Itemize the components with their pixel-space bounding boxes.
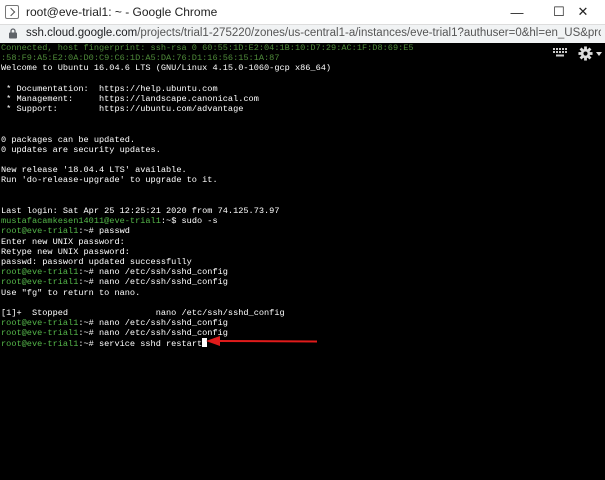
terminal-text: :~# service sshd restart (78, 339, 203, 350)
terminal-text: Connected, host fingerprint: ssh-rsa 0 6… (1, 43, 414, 53)
terminal-text: :58:F9:A5:E2:0A:D0:C9:C6:1D:A5:DA:76:D1:… (1, 53, 280, 64)
terminal-text: 0 packages can be updated. (1, 134, 136, 145)
terminal-line: Retype new UNIX password: (1, 247, 414, 257)
terminal-text: :~# passwd (78, 226, 130, 237)
gear-icon[interactable] (578, 46, 593, 61)
terminal-text: * Management: https://landscape.canonica… (1, 93, 259, 104)
close-button[interactable]: ✕ (561, 0, 605, 24)
terminal-text: :~$ sudo -s (160, 216, 218, 227)
prompt-user-host: root@eve-trial1 (1, 328, 79, 339)
terminal-text: 0 updates are security updates. (1, 144, 161, 155)
terminal-text: Use "fg" to return to nano. (1, 287, 141, 298)
terminal[interactable]: Connected, host fingerprint: ssh-rsa 0 6… (0, 43, 605, 480)
terminal-line: Use "fg" to return to nano. (1, 288, 414, 298)
prompt-user-host: mustafacamkesen14011@eve-trial1 (1, 216, 161, 227)
terminal-line: root@eve-trial1:~# nano /etc/ssh/sshd_co… (1, 318, 414, 328)
terminal-text: passwd: password updated successfully (1, 256, 192, 267)
address-bar[interactable]: ssh.cloud.google.com/projects/trial1-275… (0, 24, 605, 44)
prompt-user-host: root@eve-trial1 (1, 226, 79, 237)
terminal-text: :~# nano /etc/ssh/sshd_config (78, 318, 228, 329)
terminal-text: Run 'do-release-upgrade' to upgrade to i… (1, 175, 218, 186)
terminal-line: Last login: Sat Apr 25 12:25:21 2020 fro… (1, 206, 414, 216)
terminal-line: mustafacamkesen14011@eve-trial1:~$ sudo … (1, 216, 414, 226)
terminal-line: Enter new UNIX password: (1, 237, 414, 247)
prompt-user-host: root@eve-trial1 (1, 318, 79, 329)
terminal-line: Connected, host fingerprint: ssh-rsa 0 6… (1, 43, 414, 53)
terminal-line: :58:F9:A5:E2:0A:D0:C9:C6:1D:A5:DA:76:D1:… (1, 53, 414, 63)
terminal-line: 0 updates are security updates. (1, 145, 414, 155)
url-host: ssh.cloud.google.com (26, 27, 138, 39)
terminal-text: New release '18.04.4 LTS' available. (1, 165, 187, 176)
prompt-user-host: root@eve-trial1 (1, 339, 79, 350)
terminal-text: Last login: Sat Apr 25 12:25:21 2020 fro… (1, 206, 280, 216)
terminal-text: * Documentation: https://help.ubuntu.com (1, 83, 218, 94)
terminal-line: Run 'do-release-upgrade' to upgrade to i… (1, 175, 414, 185)
url-path: /projects/trial1-275220/zones/us-central… (137, 27, 601, 39)
minimize-button[interactable]: — (495, 0, 539, 24)
terminal-line: root@eve-trial1:~# passwd (1, 226, 414, 236)
terminal-text: * Support: https://ubuntu.com/advantage (1, 104, 244, 115)
terminal-text: [1]+ Stopped nano /etc/ssh/sshd_config (1, 307, 285, 318)
terminal-line: [1]+ Stopped nano /etc/ssh/sshd_config (1, 308, 414, 318)
prompt-user-host: root@eve-trial1 (1, 277, 79, 288)
terminal-line: * Support: https://ubuntu.com/advantage (1, 104, 414, 114)
lock-icon (9, 28, 17, 39)
terminal-text: Enter new UNIX password: (1, 236, 125, 247)
terminal-line: New release '18.04.4 LTS' available. (1, 165, 414, 175)
window-titlebar: root@eve-trial1: ~ - Google Chrome — ☐ ✕ (0, 0, 605, 24)
keyboard-icon[interactable] (553, 48, 567, 57)
prompt-user-host: root@eve-trial1 (1, 267, 79, 278)
terminal-line: root@eve-trial1:~# nano /etc/ssh/sshd_co… (1, 277, 414, 287)
url-text[interactable]: ssh.cloud.google.com/projects/trial1-275… (26, 27, 601, 39)
terminal-text: :~# nano /etc/ssh/sshd_config (78, 267, 228, 278)
terminal-line: * Management: https://landscape.canonica… (1, 94, 414, 104)
terminal-line: 0 packages can be updated. (1, 135, 414, 145)
terminal-text: Retype new UNIX password: (1, 246, 130, 257)
terminal-line: * Documentation: https://help.ubuntu.com (1, 84, 414, 94)
annotation-arrow-icon (206, 336, 318, 346)
terminal-line: passwd: password updated successfully (1, 257, 414, 267)
terminal-text: Welcome to Ubuntu 16.04.6 LTS (GNU/Linux… (1, 63, 332, 74)
settings-dropdown-caret-icon[interactable] (596, 52, 602, 56)
terminal-output: Connected, host fingerprint: ssh-rsa 0 6… (1, 43, 414, 349)
terminal-line: root@eve-trial1:~# nano /etc/ssh/sshd_co… (1, 267, 414, 277)
ssh-favicon-icon (5, 5, 19, 19)
terminal-text: :~# nano /etc/ssh/sshd_config (78, 277, 228, 288)
terminal-line: Welcome to Ubuntu 16.04.6 LTS (GNU/Linux… (1, 63, 414, 73)
window-title: root@eve-trial1: ~ - Google Chrome (26, 5, 218, 19)
